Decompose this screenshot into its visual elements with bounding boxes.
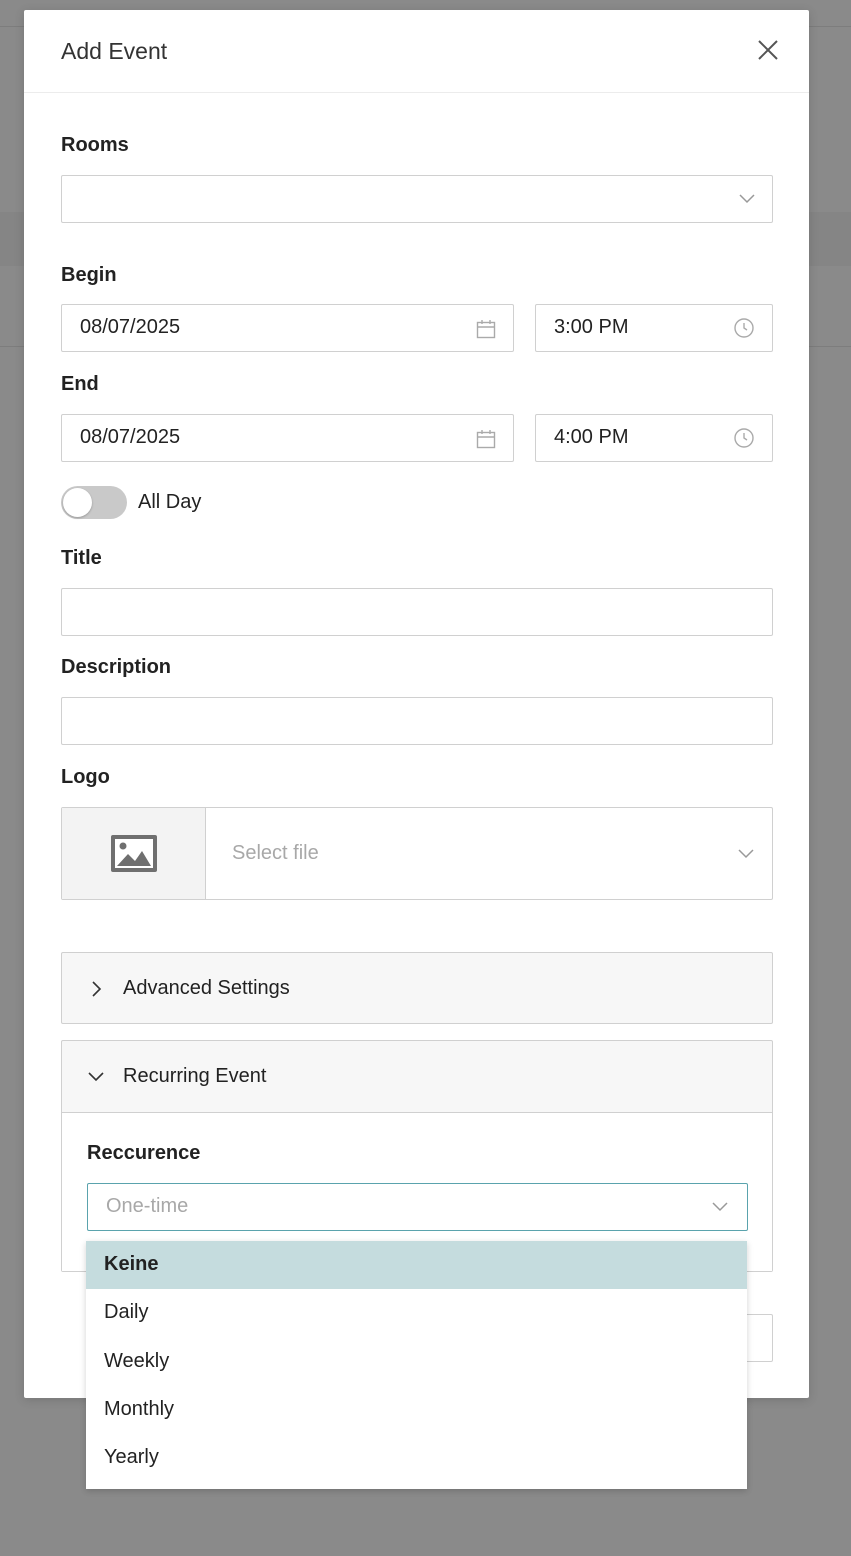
- recurrence-option-yearly[interactable]: Yearly: [86, 1434, 747, 1482]
- rooms-label: Rooms: [61, 134, 129, 156]
- end-time-input[interactable]: 4:00 PM: [535, 414, 773, 462]
- logo-select-placeholder: Select file: [232, 842, 319, 864]
- all-day-toggle[interactable]: [61, 486, 127, 519]
- title-label: Title: [61, 547, 102, 569]
- chevron-down-icon: [88, 1072, 104, 1082]
- recurrence-placeholder: One-time: [106, 1195, 189, 1217]
- end-date-value: 08/07/2025: [80, 426, 181, 448]
- end-date-input[interactable]: 08/07/2025: [61, 414, 514, 462]
- chevron-down-icon: [738, 849, 754, 859]
- all-day-label: All Day: [138, 491, 202, 513]
- dialog-header: Add Event: [24, 10, 809, 93]
- begin-time-input[interactable]: 3:00 PM: [535, 304, 773, 352]
- recurring-event-panel: Recurring Event Reccurence One-time: [61, 1040, 773, 1272]
- recurrence-option-daily[interactable]: Daily: [86, 1289, 747, 1337]
- close-icon: [758, 40, 778, 60]
- clock-icon[interactable]: [733, 427, 755, 449]
- advanced-settings-panel[interactable]: Advanced Settings: [61, 952, 773, 1024]
- recurring-event-title: Recurring Event: [123, 1065, 267, 1087]
- logo-preview: [62, 808, 206, 899]
- end-time-value: 4:00 PM: [554, 426, 629, 448]
- chevron-right-icon: [92, 981, 102, 997]
- end-label: End: [61, 373, 99, 395]
- recurrence-dropdown: Keine Daily Weekly Monthly Yearly: [86, 1241, 747, 1489]
- recurrence-label: Reccurence: [87, 1142, 201, 1164]
- recurring-event-header[interactable]: Recurring Event: [62, 1041, 772, 1112]
- logo-label: Logo: [61, 766, 110, 788]
- recurrence-option-keine[interactable]: Keine: [86, 1241, 747, 1289]
- recurrence-option-monthly[interactable]: Monthly: [86, 1386, 747, 1434]
- description-input[interactable]: [61, 697, 773, 745]
- logo-file-select[interactable]: Select file: [61, 807, 773, 900]
- close-button[interactable]: [754, 36, 782, 64]
- toggle-knob: [63, 488, 92, 517]
- recurrence-option-weekly[interactable]: Weekly: [86, 1338, 747, 1386]
- dialog-title: Add Event: [61, 38, 168, 64]
- add-event-dialog: Add Event Rooms Begin 08/07/2025 3:00 PM: [24, 10, 809, 1398]
- advanced-settings-title: Advanced Settings: [123, 977, 290, 999]
- recurrence-select[interactable]: One-time: [87, 1183, 748, 1231]
- calendar-icon[interactable]: [475, 428, 497, 450]
- begin-label: Begin: [61, 264, 117, 286]
- chevron-down-icon: [739, 194, 755, 204]
- begin-date-input[interactable]: 08/07/2025: [61, 304, 514, 352]
- calendar-icon[interactable]: [475, 318, 497, 340]
- begin-time-value: 3:00 PM: [554, 316, 629, 338]
- image-icon: [111, 835, 157, 872]
- chevron-down-icon: [712, 1202, 728, 1212]
- description-label: Description: [61, 656, 172, 678]
- rooms-select[interactable]: [61, 175, 773, 223]
- begin-date-value: 08/07/2025: [80, 316, 181, 338]
- title-input[interactable]: [61, 588, 773, 636]
- clock-icon[interactable]: [733, 317, 755, 339]
